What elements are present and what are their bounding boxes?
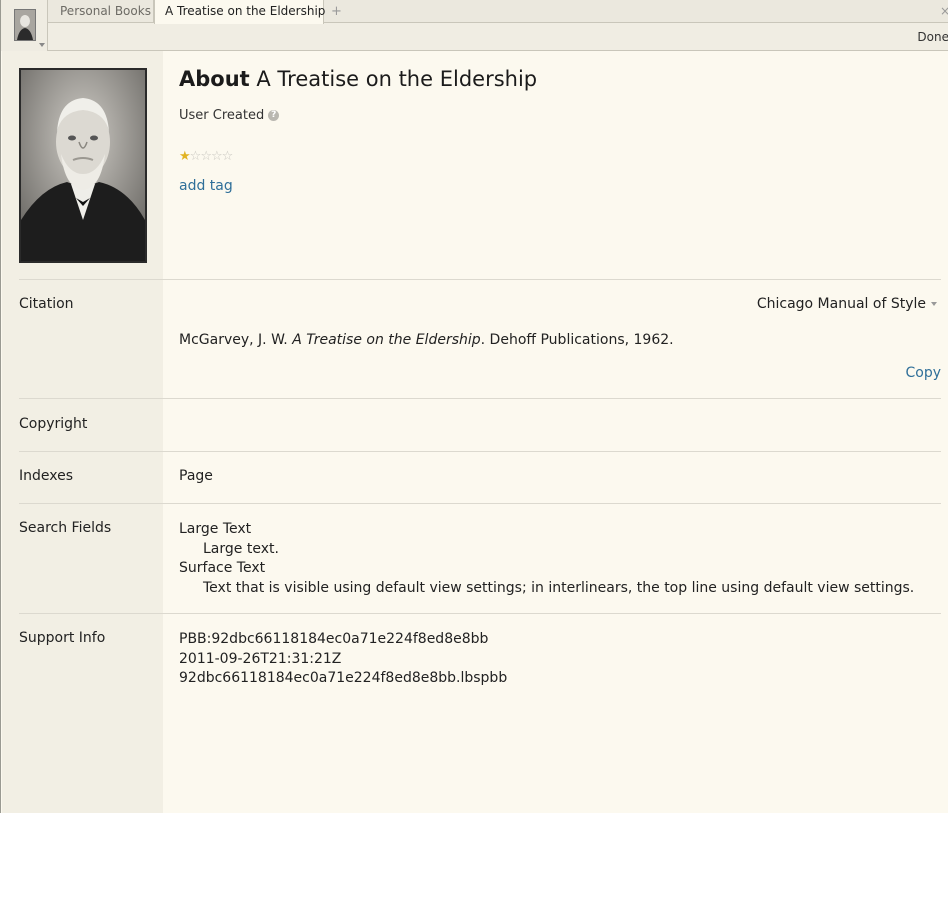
citation-style-value: Chicago Manual of Style [756, 296, 926, 312]
citation-publication: . Dehoff Publications, 1962. [480, 332, 674, 348]
support-info-list: PBB:92dbc66118184ec0a71e224f8ed8e8bb 201… [179, 630, 507, 689]
support-info-line: 92dbc66118184ec0a71e224f8ed8e8bb.lbspbb [179, 670, 508, 686]
search-fields-list: Large Text Large text. Surface Text Text… [179, 520, 914, 598]
search-field-name: Surface Text [179, 560, 266, 576]
star-icon-5[interactable]: ☆ [222, 149, 234, 164]
divider [19, 503, 941, 504]
chevron-down-icon [931, 302, 937, 306]
tab-personal-books[interactable]: Personal Books [50, 0, 154, 23]
citation-style-dropdown[interactable]: Chicago Manual of Style [757, 296, 937, 312]
about-label: About [179, 67, 250, 91]
book-thumbnail-icon [14, 9, 36, 41]
star-rating[interactable]: ★☆☆☆☆ [179, 149, 234, 164]
add-tab-icon[interactable]: + [328, 0, 348, 23]
divider [19, 398, 941, 399]
help-icon[interactable]: ? [268, 110, 280, 121]
search-field-name: Large Text [179, 521, 252, 537]
search-fields-label: Search Fields [19, 520, 112, 536]
divider [19, 451, 941, 452]
star-icon-3[interactable]: ☆ [200, 149, 212, 164]
book-cover-image [19, 68, 147, 263]
citation-text: McGarvey, J. W. A Treatise on the Elders… [179, 332, 674, 348]
citation-label: Citation [19, 296, 74, 312]
divider [19, 613, 941, 614]
indexes-value: Page [179, 468, 213, 484]
copy-button[interactable]: Copy [905, 365, 941, 381]
page-title: About A Treatise on the Eldership [179, 67, 537, 91]
support-info-label: Support Info [19, 630, 106, 646]
divider [19, 279, 941, 280]
citation-author: McGarvey, J. W. [179, 332, 293, 348]
search-field-description: Large text. [203, 540, 279, 557]
add-tag-link[interactable]: add tag [179, 178, 233, 194]
citation-book-title: A Treatise on the Eldership [292, 332, 481, 348]
copyright-label: Copyright [19, 416, 88, 432]
support-info-line: PBB:92dbc66118184ec0a71e224f8ed8e8bb [179, 631, 489, 647]
star-icon-2[interactable]: ☆ [190, 149, 202, 164]
indexes-label: Indexes [19, 468, 74, 484]
top-bar: Personal Books A Treatise on the Eldersh… [1, 0, 948, 51]
chevron-down-icon [39, 43, 45, 47]
close-icon[interactable]: × [940, 0, 948, 23]
book-title: A Treatise on the Eldership [256, 67, 538, 91]
tab-strip: Personal Books A Treatise on the Eldersh… [48, 0, 948, 24]
book-info-window: Personal Books A Treatise on the Eldersh… [0, 0, 948, 813]
user-created-text: User Created? [179, 108, 280, 123]
star-icon-1[interactable]: ★ [179, 149, 191, 164]
search-field-description: Text that is visible using default view … [203, 579, 915, 596]
star-icon-4[interactable]: ☆ [211, 149, 223, 164]
tab-treatise-on-the-eldership[interactable]: A Treatise on the Eldership [154, 0, 325, 24]
resource-menu-button[interactable] [1, 0, 48, 51]
done-button[interactable]: Done [917, 30, 948, 44]
support-info-line: 2011-09-26T21:31:21Z [179, 650, 342, 667]
user-created-label: User Created [179, 108, 265, 123]
book-info-content: About A Treatise on the Eldership User C… [1, 51, 948, 813]
